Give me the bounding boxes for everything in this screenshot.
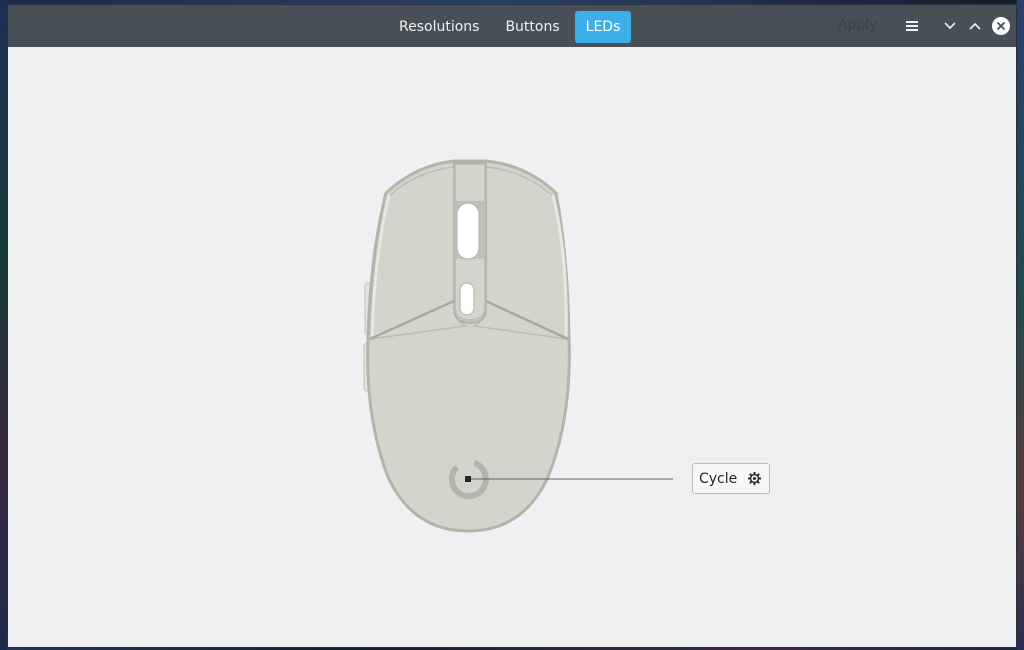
tab-resolutions[interactable]: Resolutions: [388, 11, 490, 43]
chevron-down-icon[interactable]: [940, 16, 960, 36]
tab-bar: Resolutions Buttons LEDs: [388, 11, 632, 43]
close-circle-icon[interactable]: [991, 16, 1011, 36]
tab-leds[interactable]: LEDs: [574, 11, 632, 43]
header-bar: Resolutions Buttons LEDs Apply: [8, 5, 1016, 47]
scroll-wheel: [456, 202, 480, 260]
hamburger-menu-icon[interactable]: [902, 16, 922, 36]
dpi-button: [459, 282, 475, 316]
led-anchor-point: [465, 476, 471, 482]
mouse-illustration: [363, 159, 673, 533]
led-mode-label: Cycle: [699, 470, 738, 487]
piper-window: Resolutions Buttons LEDs Apply Cycle: [7, 4, 1017, 648]
led-mode-button[interactable]: Cycle: [692, 463, 770, 494]
desktop-background-right: [1017, 0, 1024, 650]
apply-button[interactable]: Apply: [838, 17, 878, 37]
led-canvas: Cycle: [8, 47, 1016, 647]
gear-icon: [747, 471, 762, 486]
desktop-background-left: [0, 0, 7, 650]
left-click-button: [369, 166, 469, 340]
chevron-up-icon[interactable]: [965, 16, 985, 36]
tab-buttons[interactable]: Buttons: [494, 11, 570, 43]
